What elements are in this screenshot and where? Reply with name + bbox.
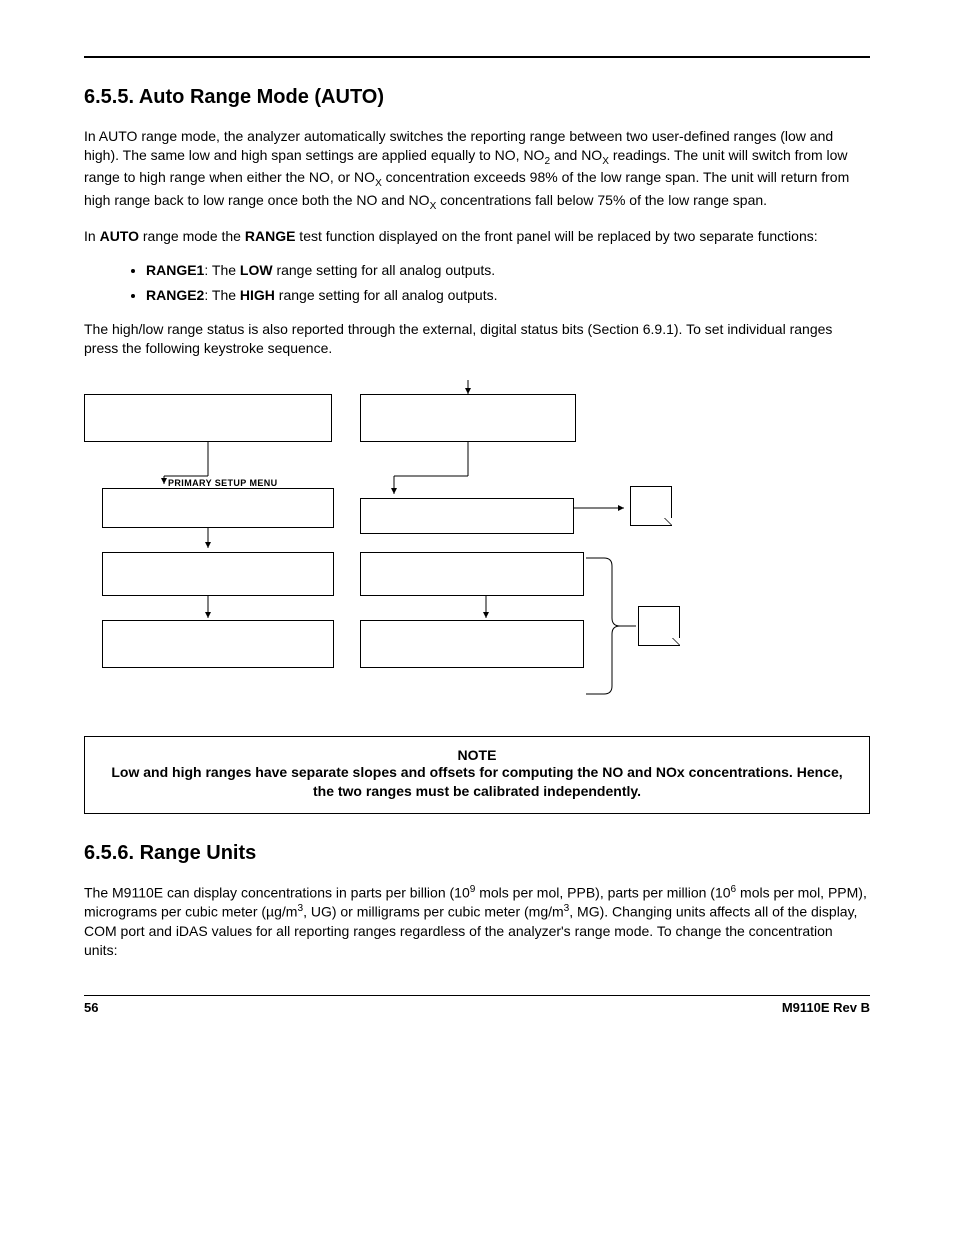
flow-note [630, 486, 672, 526]
flow-box [360, 498, 574, 534]
para-656-1: The M9110E can display concentrations in… [84, 883, 870, 960]
flow-box [360, 394, 576, 442]
heading-655: 6.5.5. Auto Range Mode (AUTO) [84, 86, 870, 109]
page: 6.5.5. Auto Range Mode (AUTO) In AUTO ra… [0, 0, 954, 1235]
subscript: X [602, 156, 609, 167]
flowchart: PRIMARY SETUP MENU [84, 380, 870, 700]
doc-id: M9110E Rev B [782, 1000, 870, 1015]
para-655-3: The high/low range status is also report… [84, 320, 870, 358]
bold: HIGH [240, 287, 275, 303]
subscript: X [375, 178, 382, 189]
top-rule [84, 56, 870, 58]
text: , UG) or milligrams per cubic meter (mg/… [303, 904, 564, 920]
flow-note [638, 606, 680, 646]
para-655-1: In AUTO range mode, the analyzer automat… [84, 127, 870, 213]
bold: AUTO [100, 228, 139, 244]
text: and NO [550, 147, 602, 163]
flow-box [102, 488, 334, 528]
text: : The [204, 262, 240, 278]
bold: RANGE [245, 228, 296, 244]
text: range mode the [139, 228, 245, 244]
note-text: Low and high ranges have separate slopes… [103, 763, 851, 801]
flow-box [360, 620, 584, 668]
heading-656: 6.5.6. Range Units [84, 842, 870, 865]
note-title: NOTE [103, 747, 851, 763]
text: mols per mol, PPB), parts per million (1… [475, 884, 730, 900]
list-item: RANGE1: The LOW range setting for all an… [146, 260, 870, 281]
bold: RANGE1 [146, 262, 204, 278]
bullet-list: RANGE1: The LOW range setting for all an… [84, 260, 870, 306]
list-item: RANGE2: The HIGH range setting for all a… [146, 285, 870, 306]
flow-box [102, 620, 334, 668]
note-box: NOTE Low and high ranges have separate s… [84, 736, 870, 814]
bold: RANGE2 [146, 287, 204, 303]
text: concentrations fall below 75% of the low… [436, 192, 767, 208]
text: In [84, 228, 100, 244]
text: range setting for all analog outputs. [275, 287, 498, 303]
flow-box [84, 394, 332, 442]
page-number: 56 [84, 1000, 98, 1015]
text: range setting for all analog outputs. [273, 262, 496, 278]
footer: 56 M9110E Rev B [84, 995, 870, 1015]
text: test function displayed on the front pan… [295, 228, 817, 244]
text: The M9110E can display concentrations in… [84, 884, 470, 900]
flow-box [360, 552, 584, 596]
bold: LOW [240, 262, 273, 278]
flow-label-primary: PRIMARY SETUP MENU [168, 478, 278, 488]
para-655-2: In AUTO range mode the RANGE test functi… [84, 227, 870, 246]
flow-box [102, 552, 334, 596]
text: : The [204, 287, 240, 303]
